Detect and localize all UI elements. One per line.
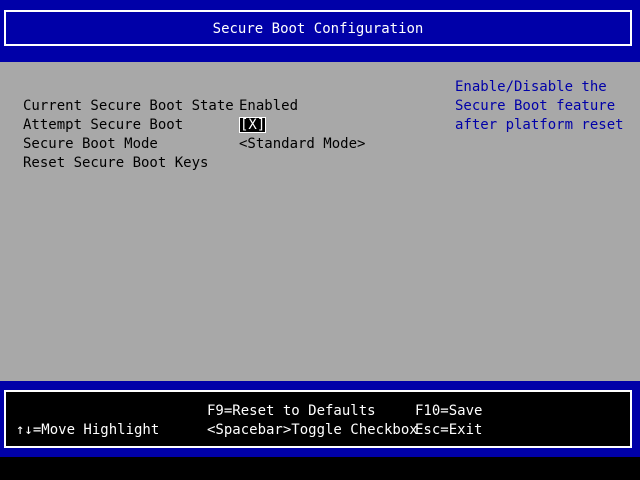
toggle-checkbox-hint: <Spacebar>Toggle Checkbox [207,422,418,438]
help-text-line-3: after platform reset [455,117,624,133]
current-secure-boot-state-value: Enabled [239,98,299,114]
secure-boot-mode-select[interactable]: <Standard Mode> [239,135,365,154]
checkbox-value[interactable]: [X] [239,117,267,133]
reset-secure-boot-keys-item[interactable]: Reset Secure Boot Keys [23,154,208,173]
attempt-secure-boot-label[interactable]: Attempt Secure Boot [23,116,183,135]
help-text-line-1: Enable/Disable the [455,79,607,95]
footer-bar: F9=Reset to Defaults F10=Save ↑↓=Move Hi… [0,381,640,457]
page-title: Secure Boot Configuration [212,21,424,37]
key-hints-box: F9=Reset to Defaults F10=Save ↑↓=Move Hi… [4,390,632,448]
save-hint: F10=Save [415,403,483,419]
reset-defaults-hint: F9=Reset to Defaults [207,403,376,419]
secure-boot-mode-label[interactable]: Secure Boot Mode [23,135,158,154]
help-text-line-2: Secure Boot feature [455,98,616,114]
header-frame: Secure Boot Configuration [4,10,632,46]
move-highlight-hint: ↑↓=Move Highlight [16,422,160,438]
header-bar: Secure Boot Configuration [0,0,640,62]
settings-panel: Current Secure Boot State Enabled Attemp… [0,62,640,381]
exit-hint: Esc=Exit [415,422,483,438]
attempt-secure-boot-checkbox[interactable]: [X] [239,116,267,135]
current-secure-boot-state-label: Current Secure Boot State [23,98,234,114]
